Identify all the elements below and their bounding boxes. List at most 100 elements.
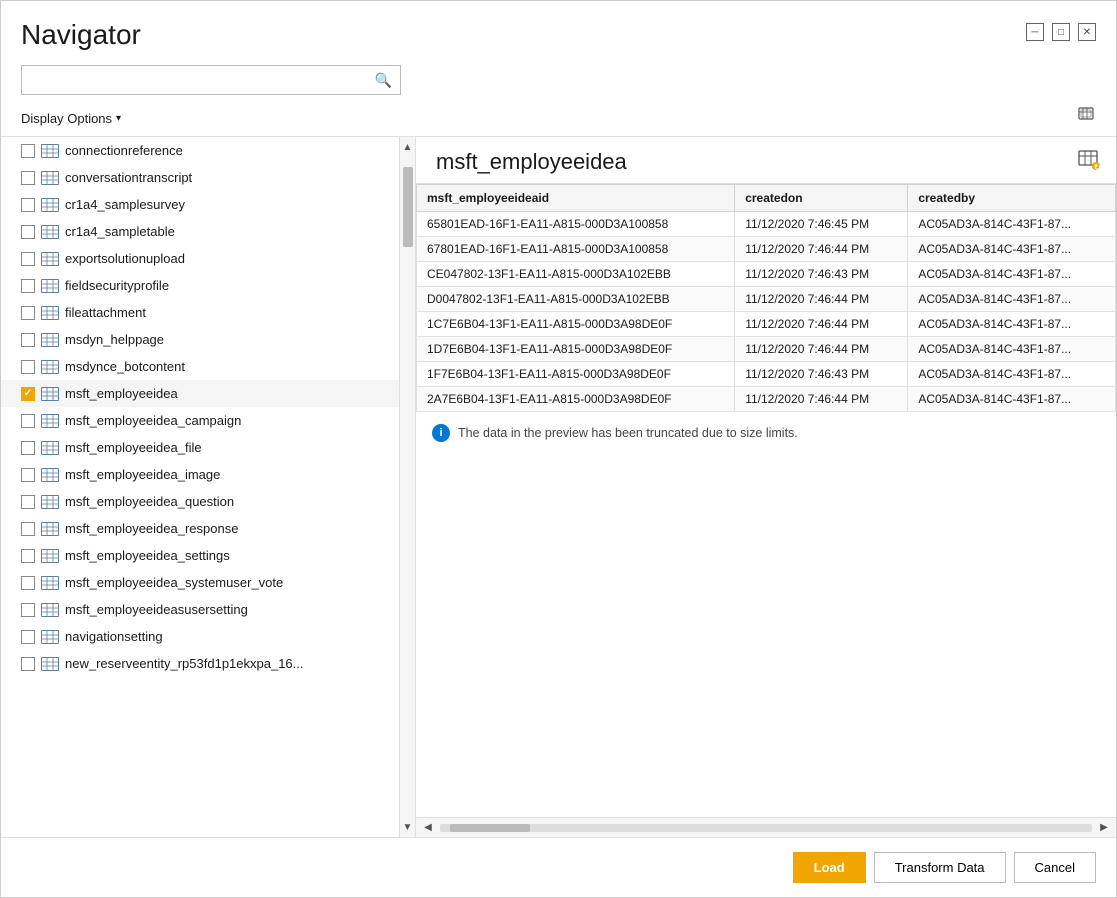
list-item[interactable]: msft_employeeidea_settings	[1, 542, 415, 569]
list-item[interactable]: cr1a4_sampletable	[1, 218, 415, 245]
list-item[interactable]: navigationsetting	[1, 623, 415, 650]
cell-msft_employeeideaid: 65801EAD-16F1-EA11-A815-000D3A100858	[417, 212, 735, 237]
list-item[interactable]: msft_employeeidea_campaign	[1, 407, 415, 434]
item-checkbox[interactable]	[21, 630, 35, 644]
item-checkbox[interactable]	[21, 279, 35, 293]
table-icon	[41, 387, 59, 401]
item-checkbox[interactable]	[21, 252, 35, 266]
search-wrapper[interactable]: 🔍	[21, 65, 401, 95]
list-item[interactable]: msft_employeeidea_file	[1, 434, 415, 461]
item-checkbox[interactable]	[21, 225, 35, 239]
cell-createdby: AC05AD3A-814C-43F1-87...	[908, 262, 1116, 287]
item-checkbox[interactable]	[21, 333, 35, 347]
table-icon	[41, 441, 59, 455]
list-item[interactable]: connectionreference	[1, 137, 415, 164]
cell-createdby: AC05AD3A-814C-43F1-87...	[908, 387, 1116, 412]
item-checkbox[interactable]	[21, 306, 35, 320]
table-icon	[41, 360, 59, 374]
scroll-down-button[interactable]: ▼	[400, 817, 416, 837]
table-row: 1D7E6B04-13F1-EA11-A815-000D3A98DE0F11/1…	[417, 337, 1116, 362]
cancel-button[interactable]: Cancel	[1014, 852, 1096, 883]
item-label: fileattachment	[65, 305, 146, 320]
item-checkbox[interactable]	[21, 441, 35, 455]
table-icon	[41, 549, 59, 563]
item-checkbox[interactable]	[21, 549, 35, 563]
item-checkbox[interactable]	[21, 576, 35, 590]
item-checkbox[interactable]	[21, 414, 35, 428]
scroll-left-button[interactable]: ◀	[420, 820, 436, 836]
search-icon: 🔍	[375, 72, 392, 89]
cell-msft_employeeideaid: CE047802-13F1-EA11-A815-000D3A102EBB	[417, 262, 735, 287]
table-icon	[41, 522, 59, 536]
item-checkbox[interactable]	[21, 522, 35, 536]
list-item[interactable]: msdynce_botcontent	[1, 353, 415, 380]
list-container[interactable]: connectionreference conversationtranscri…	[1, 137, 415, 837]
list-item[interactable]: fileattachment	[1, 299, 415, 326]
display-options-label: Display Options	[21, 111, 112, 126]
item-checkbox[interactable]	[21, 360, 35, 374]
table-icon	[41, 144, 59, 158]
table-preview-icon: ↻	[1078, 150, 1100, 175]
navigator-dialog: Navigator ─ □ ✕ 🔍 Display Options ▾	[0, 0, 1117, 898]
window-controls: ─ □ ✕	[1026, 23, 1096, 41]
scroll-thumb[interactable]	[403, 167, 413, 247]
list-item[interactable]: msft_employeeidea_question	[1, 488, 415, 515]
item-checkbox[interactable]	[21, 495, 35, 509]
load-button[interactable]: Load	[793, 852, 866, 883]
cell-createdon: 11/12/2020 7:46:45 PM	[735, 212, 908, 237]
cell-createdby: AC05AD3A-814C-43F1-87...	[908, 362, 1116, 387]
list-item[interactable]: fieldsecurityprofile	[1, 272, 415, 299]
list-item[interactable]: cr1a4_samplesurvey	[1, 191, 415, 218]
table-row: 65801EAD-16F1-EA11-A815-000D3A10085811/1…	[417, 212, 1116, 237]
list-item[interactable]: msdyn_helppage	[1, 326, 415, 353]
search-input[interactable]	[30, 73, 375, 88]
table-icon	[41, 306, 59, 320]
cell-createdby: AC05AD3A-814C-43F1-87...	[908, 237, 1116, 262]
item-checkbox[interactable]	[21, 144, 35, 158]
scroll-right-button[interactable]: ▶	[1096, 820, 1112, 836]
table-icon	[41, 630, 59, 644]
vertical-scrollbar[interactable]: ▲ ▼	[399, 137, 415, 837]
scroll-track[interactable]	[440, 824, 1092, 832]
scroll-up-button[interactable]: ▲	[400, 137, 416, 157]
minimize-button[interactable]: ─	[1026, 23, 1044, 41]
refresh-icon[interactable]	[1078, 107, 1096, 130]
transform-data-button[interactable]: Transform Data	[874, 852, 1006, 883]
item-checkbox[interactable]	[21, 198, 35, 212]
table-icon	[41, 468, 59, 482]
horizontal-scrollbar[interactable]: ◀ ▶	[416, 817, 1116, 837]
list-item[interactable]: msft_employeeidea_response	[1, 515, 415, 542]
list-item[interactable]: msft_employeeideasusersetting	[1, 596, 415, 623]
truncated-text: The data in the preview has been truncat…	[458, 426, 798, 440]
cell-msft_employeeideaid: 2A7E6B04-13F1-EA11-A815-000D3A98DE0F	[417, 387, 735, 412]
list-item[interactable]: msft_employeeidea	[1, 380, 415, 407]
list-item[interactable]: exportsolutionupload	[1, 245, 415, 272]
data-table-container[interactable]: msft_employeeideaidcreatedoncreatedby 65…	[416, 183, 1116, 817]
item-checkbox[interactable]	[21, 603, 35, 617]
cell-createdon: 11/12/2020 7:46:43 PM	[735, 362, 908, 387]
list-item[interactable]: msft_employeeidea_image	[1, 461, 415, 488]
table-icon	[41, 279, 59, 293]
table-row: D0047802-13F1-EA11-A815-000D3A102EBB11/1…	[417, 287, 1116, 312]
list-item[interactable]: msft_employeeidea_systemuser_vote	[1, 569, 415, 596]
cell-createdby: AC05AD3A-814C-43F1-87...	[908, 212, 1116, 237]
table-row: CE047802-13F1-EA11-A815-000D3A102EBB11/1…	[417, 262, 1116, 287]
display-options-button[interactable]: Display Options ▾	[21, 111, 121, 126]
item-label: msft_employeeidea_systemuser_vote	[65, 575, 283, 590]
maximize-button[interactable]: □	[1052, 23, 1070, 41]
item-label: cr1a4_sampletable	[65, 224, 175, 239]
list-item[interactable]: new_reserveentity_rp53fd1p1ekxpa_16...	[1, 650, 415, 677]
table-header: msft_employeeideaidcreatedoncreatedby	[417, 185, 1116, 212]
item-checkbox[interactable]	[21, 657, 35, 671]
item-checkbox[interactable]	[21, 468, 35, 482]
cell-msft_employeeideaid: 1D7E6B04-13F1-EA11-A815-000D3A98DE0F	[417, 337, 735, 362]
scroll-thumb-h[interactable]	[450, 824, 530, 832]
item-checkbox[interactable]	[21, 387, 35, 401]
close-button[interactable]: ✕	[1078, 23, 1096, 41]
column-header-createdby: createdby	[908, 185, 1116, 212]
title-bar: Navigator ─ □ ✕	[1, 1, 1116, 59]
list-item[interactable]: conversationtranscript	[1, 164, 415, 191]
item-label: msft_employeeidea_response	[65, 521, 238, 536]
table-icon	[41, 225, 59, 239]
item-checkbox[interactable]	[21, 171, 35, 185]
